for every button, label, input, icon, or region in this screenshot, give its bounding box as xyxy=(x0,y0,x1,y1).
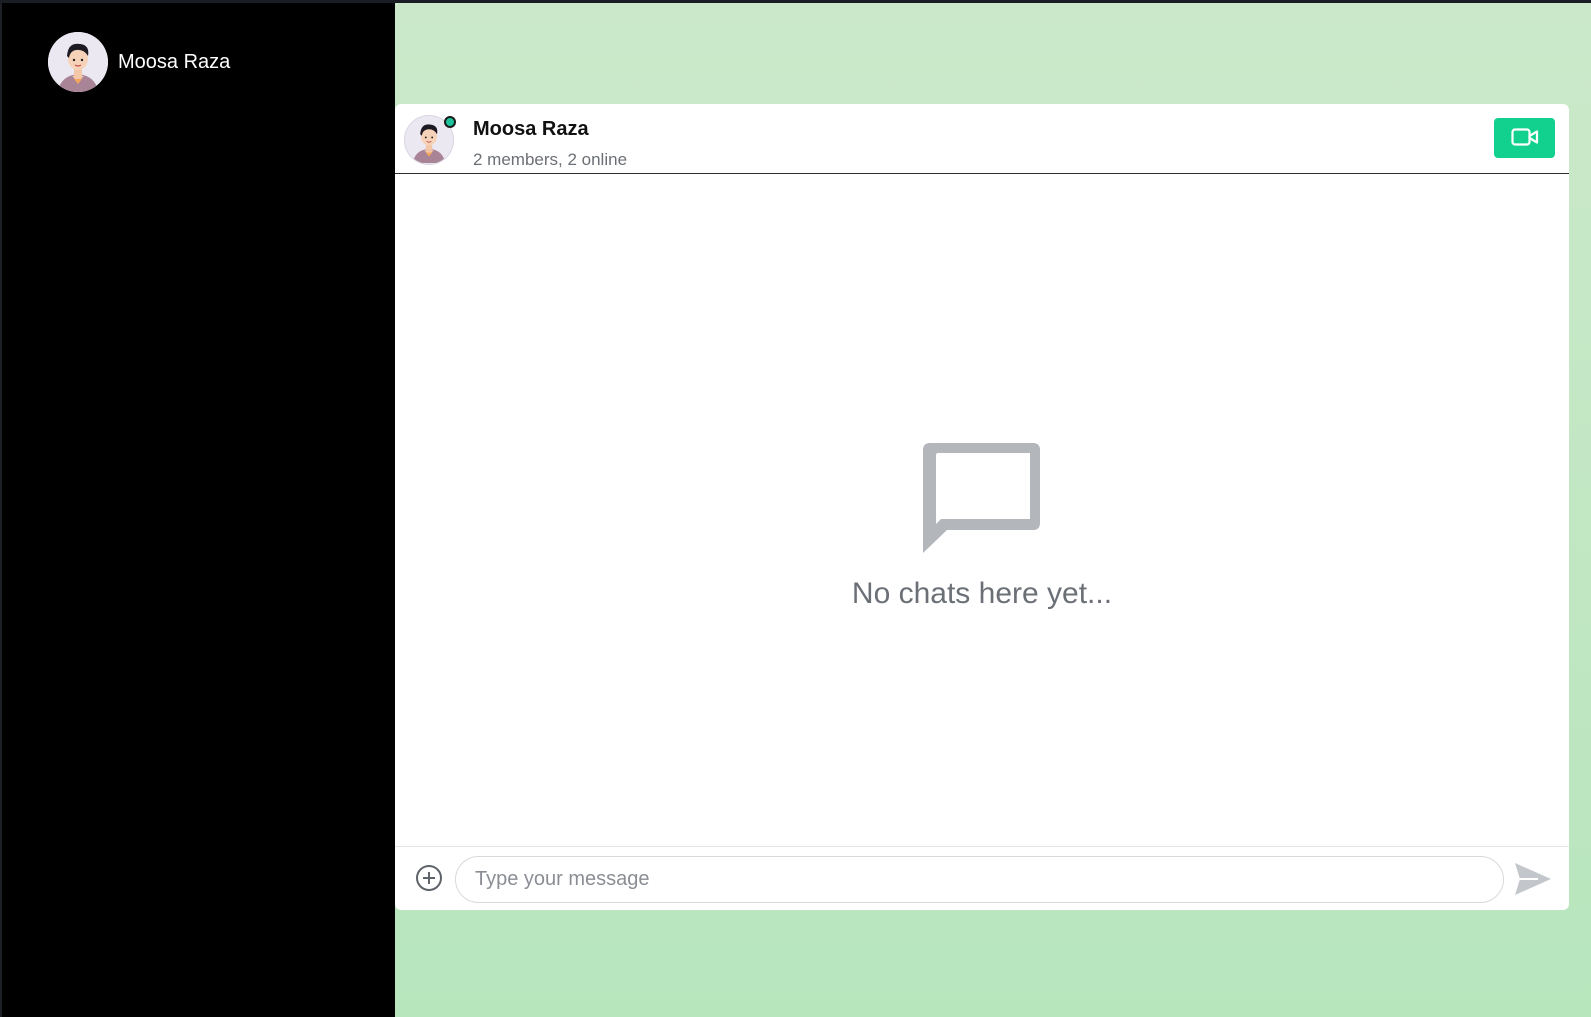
sidebar-user-name: Moosa Raza xyxy=(118,50,231,73)
empty-chat-message: No chats here yet... xyxy=(851,577,1113,610)
sidebar-user-profile[interactable]: Moosa Raza xyxy=(48,32,230,92)
app-root: Moosa Raza Moosa Raza 2 members, 2 onlin… xyxy=(0,3,1591,1017)
online-status-indicator xyxy=(444,116,456,128)
message-composer xyxy=(395,846,1569,910)
avatar xyxy=(48,32,108,92)
main-panel: Moosa Raza 2 members, 2 online No chats … xyxy=(395,3,1591,1017)
chat-title: Moosa Raza xyxy=(473,118,589,140)
chat-bubble-icon xyxy=(922,437,1042,560)
plus-circle-icon xyxy=(414,865,444,896)
video-call-button[interactable] xyxy=(1494,118,1555,158)
chat-member-count: 2 members, 2 online xyxy=(473,150,628,169)
send-button[interactable] xyxy=(1513,860,1553,900)
send-icon xyxy=(1514,862,1552,899)
empty-chat-state: No chats here yet... xyxy=(395,174,1569,846)
video-camera-icon xyxy=(1510,127,1539,150)
message-input[interactable] xyxy=(455,856,1504,903)
chat-card: Moosa Raza 2 members, 2 online No chats … xyxy=(395,104,1569,910)
sidebar: Moosa Raza xyxy=(0,3,395,1017)
chat-avatar-wrapper xyxy=(404,115,456,165)
chat-header: Moosa Raza 2 members, 2 online xyxy=(395,104,1569,174)
attach-button[interactable] xyxy=(414,863,444,893)
